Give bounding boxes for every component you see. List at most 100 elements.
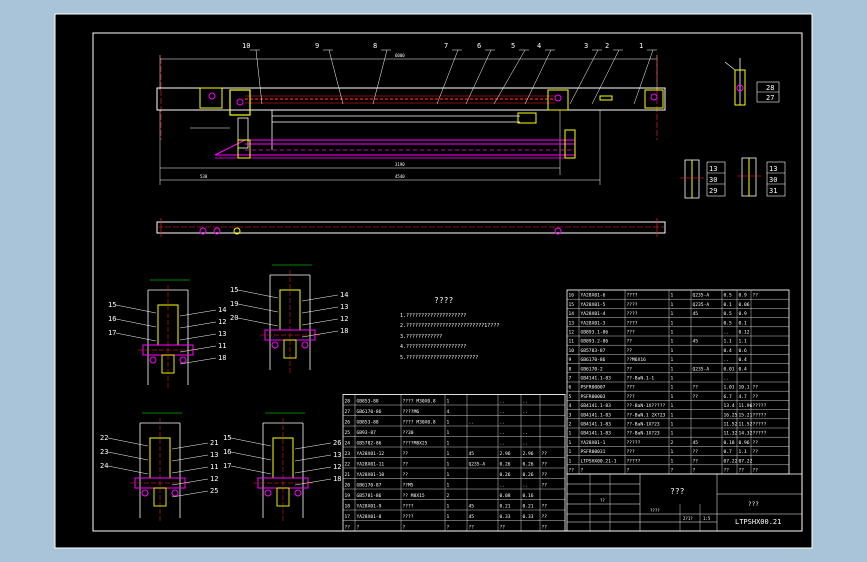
bom-cell: GB4141.1-83 [581, 403, 612, 409]
section-label: 23 [100, 448, 108, 456]
drawing-number: LTPSHX00.21 [735, 518, 781, 526]
svg-text:13: 13 [769, 165, 777, 173]
section-label: 17 [223, 462, 231, 470]
bom-cell: .. [724, 358, 730, 363]
bom-cell: ?? [693, 458, 699, 464]
bom-cell: 0.1 [724, 302, 733, 308]
svg-text:6000: 6000 [395, 53, 405, 58]
section-label: 17 [108, 329, 116, 337]
bom-cell: YA28X01-6 [581, 293, 606, 299]
bom-cell: YA28X01-8 [357, 514, 382, 520]
bom-cell: ? [627, 468, 630, 474]
bom-cell: 1 [447, 472, 450, 478]
bom-cell: ???? [627, 320, 638, 326]
bom-cell: ?? [693, 449, 699, 455]
section-label: 18 [333, 475, 341, 483]
bom-cell: ?? [693, 394, 699, 400]
bom-cell: ? [447, 525, 450, 531]
bom-cell: ?? [403, 462, 409, 468]
section-label: 14 [218, 306, 226, 314]
bom-cell: ????? [753, 431, 767, 437]
bom-cell: ????? [627, 458, 641, 464]
bom-cell: ??? [627, 449, 636, 455]
bom-cell: 0.1 [739, 320, 748, 326]
bom-cell: ? [581, 468, 584, 474]
bom-cell: 45 [693, 339, 699, 345]
tech-line-5: 5.???????????????????????? [400, 355, 478, 361]
bom-cell: ? [403, 525, 406, 531]
bom-cell: GB6170-86 [357, 409, 382, 415]
bom-cell: YA28X01-4 [581, 311, 606, 317]
bom-cell: ??? [627, 385, 636, 391]
bom-cell: 1 [569, 458, 572, 464]
section-label: 15 [223, 434, 231, 442]
bom-cell: ?? [627, 348, 633, 354]
bom-cell: 07.22 [724, 458, 738, 464]
bom-cell: 0.5 [724, 311, 733, 317]
bom-cell: 45 [693, 311, 699, 317]
bom-cell: 24 [345, 441, 351, 447]
bom-cell: 11.32 [724, 431, 738, 437]
svg-text:??: ?? [600, 498, 605, 503]
bom-cell: 1 [671, 376, 674, 382]
bom-cell: GB6170-87 [357, 483, 382, 489]
tech-line-1: 1.???????????????????? [400, 313, 466, 319]
bom-cell: 3 [569, 412, 572, 418]
bom-cell: 16 [569, 293, 575, 299]
tech-line-2: 2.??????????????????????????1???? [400, 323, 499, 329]
section-label: 12 [218, 318, 226, 326]
bom-cell: 0.9 [739, 311, 748, 317]
bom-cell: YA28X01-5 [581, 302, 606, 308]
bom-cell: ??-BaN-1X????? [627, 403, 666, 409]
bom-cell: GB5783-87 [581, 348, 606, 354]
bom-cell: 0.06 [739, 302, 750, 308]
section-label: 25 [210, 487, 218, 495]
bom-table-right: 16 YA28X01-6???? 1 Q235-A 0.5 0.9 ?? 15 YA28X01-… [566, 289, 790, 475]
label-28: 28 [766, 84, 774, 92]
bom-cell: 2.96 [523, 451, 534, 457]
bom-cell: ??? [627, 394, 636, 400]
svg-text:1:5: 1:5 [703, 516, 711, 521]
bom-cell: 1 [671, 293, 674, 299]
bom-cell: ? [671, 468, 674, 474]
bom-cell: .. [523, 442, 529, 447]
bom-cell: 1.1 [739, 339, 748, 345]
leader-label: 10 [242, 42, 250, 50]
bom-cell: 18 [345, 504, 351, 510]
bom-cell: .. [500, 410, 506, 415]
bom-cell: ?? [500, 525, 506, 531]
bom-cell: ??? [627, 330, 636, 336]
bom-cell: 1 [671, 403, 674, 409]
svg-text:????: ???? [650, 508, 660, 513]
bom-cell: 15 [569, 302, 575, 308]
bom-cell: 4.7 [739, 394, 748, 400]
bom-cell: ?? M8X15 [403, 493, 425, 499]
bom-cell: 25 [345, 430, 351, 436]
bom-cell: 4 [447, 409, 450, 415]
bom-cell: 26 [345, 420, 351, 426]
bom-cell: .. [724, 377, 730, 382]
section-label: 24 [100, 462, 108, 470]
bom-cell: PSFR00007 [581, 385, 606, 391]
drawing-sheet[interactable]: 6000 4540 3190 530 10 9 8 7 6 5 4 3 2 1 28 27 13 [0, 0, 867, 562]
bom-cell: 17 [345, 514, 351, 520]
bom-cell: 0.01 [724, 366, 735, 372]
bom-cell: 28 [345, 399, 351, 405]
bom-cell: 1 [671, 330, 674, 336]
bom-cell: 21 [345, 472, 351, 478]
bom-cell: .. [523, 400, 529, 405]
bom-cell: 0.33 [500, 514, 511, 520]
bom-cell: Q235-A [693, 293, 710, 299]
bom-cell: 0.26 [500, 472, 511, 478]
bom-cell: 45 [469, 451, 475, 457]
bom-cell: 10 [569, 348, 575, 354]
bom-cell: 1 [671, 339, 674, 345]
bom-cell: 1 [569, 449, 572, 455]
bom-cell: 0.7 [724, 449, 733, 455]
bom-cell: ?? [542, 472, 548, 478]
bom-cell: 23 [345, 451, 351, 457]
bom-cell: 0.26 [523, 472, 534, 478]
bom-cell: 7 [569, 376, 572, 382]
bom-cell: Q235-A [693, 302, 710, 308]
leader-label: 8 [373, 42, 377, 50]
